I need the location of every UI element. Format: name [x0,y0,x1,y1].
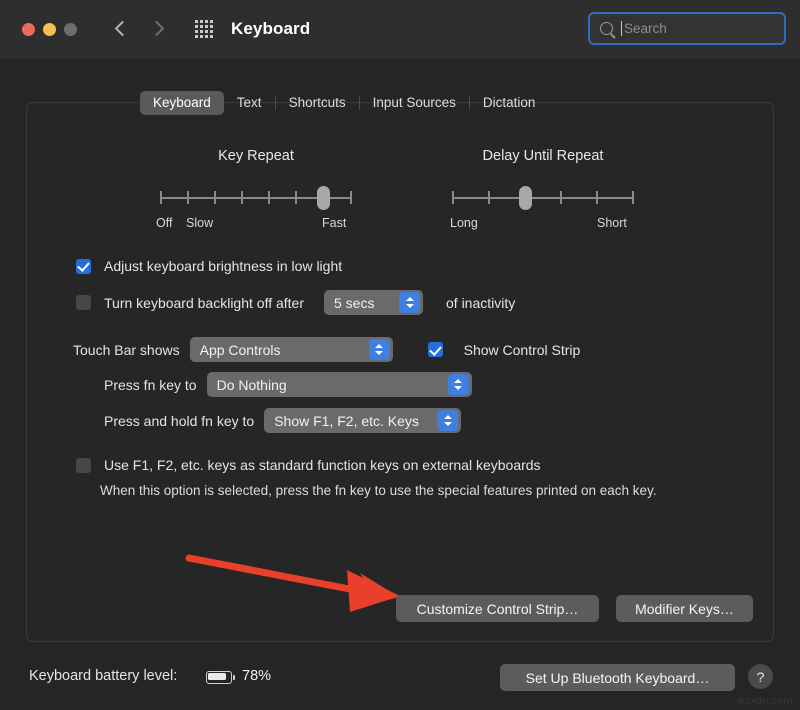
slider-track [452,197,634,199]
battery-fill [208,673,226,680]
press-fn-dropdown[interactable]: Do Nothing [207,372,472,397]
delay-repeat-label-short: Short [597,216,627,230]
chevron-left-icon[interactable] [113,21,129,37]
delay-repeat-title: Delay Until Repeat [452,148,634,164]
slider-tick [268,191,270,204]
key-repeat-title: Key Repeat [160,148,352,164]
press-hold-fn-value: Show F1, F2, etc. Keys [274,413,419,429]
touch-bar-shows-value: App Controls [200,342,281,358]
slider-tick [596,191,598,204]
close-button[interactable] [22,23,35,36]
press-fn-value: Do Nothing [217,377,287,393]
battery-percent: 78% [242,668,271,684]
navigation-arrows [113,21,165,37]
stepper-arrows-icon[interactable] [369,339,390,360]
slider-tick [160,191,162,204]
customize-control-strip-button[interactable]: Customize Control Strip… [396,595,599,622]
grid-apps-icon[interactable] [195,20,213,38]
slider-tick [350,191,352,204]
tab-bar: Keyboard Text Shortcuts Input Sources Di… [140,91,548,115]
show-control-strip-checkbox[interactable] [428,342,443,357]
press-hold-fn-row: Press and hold fn key to Show F1, F2, et… [104,408,461,433]
tab-input-sources[interactable]: Input Sources [360,91,469,115]
slider-tick [187,191,189,204]
backlight-off-label: Turn keyboard backlight off after [104,295,304,311]
use-fkeys-checkbox[interactable] [76,458,91,473]
slider-tick [214,191,216,204]
slider-tick [632,191,634,204]
search-field[interactable]: Search [588,12,786,45]
key-repeat-slider[interactable]: Off Slow Fast [160,186,352,230]
key-repeat-label-off: Off [156,216,172,230]
stepper-arrows-icon[interactable] [437,410,458,431]
key-repeat-slider-group: Key Repeat Off Slow Fast [160,148,352,230]
stepper-arrows-icon[interactable] [399,292,420,313]
key-repeat-label-fast: Fast [322,216,346,230]
adjust-brightness-row[interactable]: Adjust keyboard brightness in low light [76,258,342,274]
battery-level-label: Keyboard battery level: [29,668,177,684]
touch-bar-shows-label: Touch Bar shows [73,342,180,358]
press-fn-row: Press fn key to Do Nothing [104,372,472,397]
adjust-brightness-label: Adjust keyboard brightness in low light [104,258,342,274]
search-icon [600,22,613,35]
touch-bar-shows-dropdown[interactable]: App Controls [190,337,393,362]
key-repeat-slider-thumb[interactable] [317,186,330,210]
minimize-button[interactable] [43,23,56,36]
show-control-strip-label: Show Control Strip [464,342,581,358]
setup-bluetooth-keyboard-button[interactable]: Set Up Bluetooth Keyboard… [500,664,735,691]
slider-tick [488,191,490,204]
tab-shortcuts[interactable]: Shortcuts [276,91,359,115]
tab-dictation[interactable]: Dictation [470,91,549,115]
press-hold-fn-label: Press and hold fn key to [104,413,254,429]
keyboard-preferences-window: Keyboard Search Keyboard Text Shortcuts … [0,0,800,710]
press-fn-label: Press fn key to [104,377,197,393]
delay-until-repeat-slider-group: Delay Until Repeat Long Short [452,148,634,230]
slider-tick [295,191,297,204]
use-fkeys-label: Use F1, F2, etc. keys as standard functi… [104,457,541,473]
help-button[interactable]: ? [748,664,773,689]
adjust-brightness-checkbox[interactable] [76,259,91,274]
tab-keyboard[interactable]: Keyboard [140,91,224,115]
touch-bar-shows-row: Touch Bar shows App Controls Show Contro… [73,337,580,362]
delay-repeat-slider[interactable]: Long Short [452,186,634,230]
modifier-keys-button[interactable]: Modifier Keys… [616,595,753,622]
use-fkeys-row[interactable]: Use F1, F2, etc. keys as standard functi… [76,457,541,473]
slider-tick [452,191,454,204]
watermark: wsxdn.com [737,695,793,707]
stepper-arrows-icon[interactable] [448,374,469,395]
battery-icon [206,671,232,684]
tab-text[interactable]: Text [224,91,275,115]
slider-tick [241,191,243,204]
backlight-suffix-label: of inactivity [446,295,515,311]
chevron-right-icon[interactable] [149,21,165,37]
text-caret [621,21,622,36]
key-repeat-label-slow: Slow [186,216,213,230]
slider-tick [560,191,562,204]
delay-repeat-slider-thumb[interactable] [519,186,532,210]
press-hold-fn-dropdown[interactable]: Show F1, F2, etc. Keys [264,408,461,433]
backlight-off-checkbox[interactable] [76,295,91,310]
backlight-duration-dropdown[interactable]: 5 secs [324,290,423,315]
backlight-duration-value: 5 secs [334,295,374,311]
page-title: Keyboard [231,19,310,39]
backlight-off-row[interactable]: Turn keyboard backlight off after 5 secs… [76,290,515,315]
annotation-arrow-icon [175,545,415,615]
search-placeholder: Search [624,21,667,36]
delay-repeat-label-long: Long [450,216,478,230]
zoom-button[interactable] [64,23,77,36]
use-fkeys-description: When this option is selected, press the … [100,481,720,500]
traffic-lights [22,23,77,36]
